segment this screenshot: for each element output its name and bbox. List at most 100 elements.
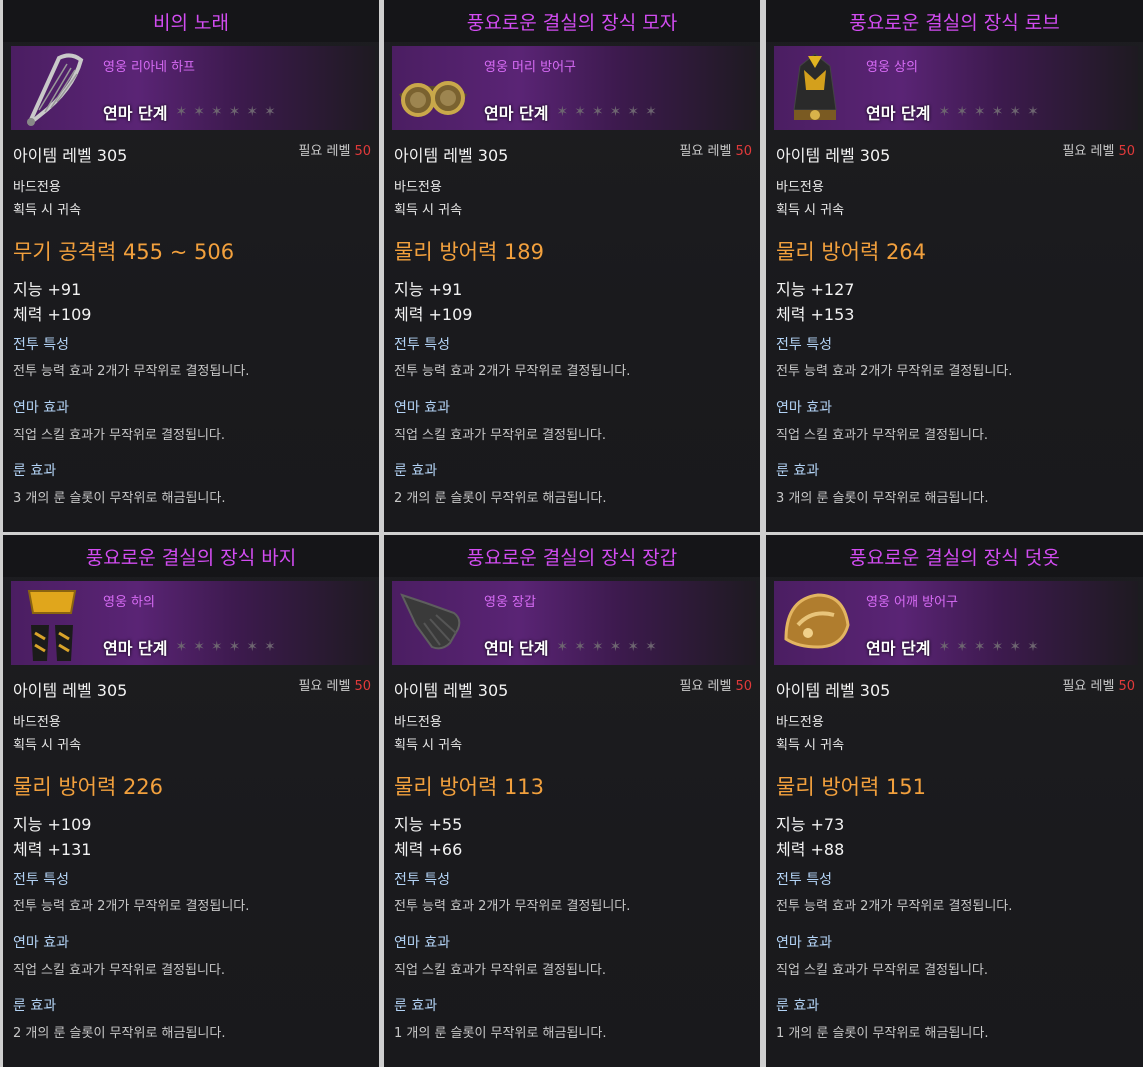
bind-status: 획득 시 귀속	[776, 738, 845, 753]
refine-stage-label: 연마 단계	[484, 639, 549, 658]
harp-icon	[15, 50, 89, 128]
item-name: 풍요로운 결실의 장식 바지	[3, 535, 379, 577]
item-type: 영웅 상의	[866, 60, 918, 75]
star-icon: ✶	[591, 104, 604, 120]
stage-stars: ✶ ✶ ✶ ✶ ✶ ✶	[938, 640, 1038, 654]
rune-effect-header: 룬 효과	[776, 998, 820, 1014]
stage-stars: ✶ ✶ ✶ ✶ ✶ ✶	[938, 105, 1038, 119]
item-type: 영웅 어깨 방어구	[866, 595, 958, 610]
main-stat: 물리 방어력 113	[394, 775, 545, 799]
pants-icon	[15, 585, 89, 663]
glove-icon	[396, 585, 470, 663]
refine-stage-row: 연마 단계 ✶ ✶ ✶ ✶ ✶ ✶	[866, 100, 1039, 124]
battle-trait-desc: 전투 능력 효과 2개가 무작위로 결정됩니다.	[394, 899, 631, 914]
rune-effect-header: 룬 효과	[13, 998, 57, 1014]
refine-stage-row: 연마 단계 ✶ ✶ ✶ ✶ ✶ ✶	[866, 635, 1039, 659]
battle-trait-desc: 전투 능력 효과 2개가 무작위로 결정됩니다.	[776, 899, 1013, 914]
refine-effect-desc: 직업 스킬 효과가 무작위로 결정됩니다.	[13, 963, 226, 978]
refine-effect-desc: 직업 스킬 효과가 무작위로 결정됩니다.	[394, 428, 607, 443]
stat-intelligence: 지능 +91	[13, 280, 82, 299]
refine-effect-header: 연마 효과	[394, 935, 450, 951]
stat-intelligence: 지능 +91	[394, 280, 463, 299]
star-icon: ✶	[956, 104, 968, 120]
refine-effect-desc: 직업 스킬 효과가 무작위로 결정됩니다.	[776, 428, 989, 443]
star-icon: ✶	[193, 639, 205, 655]
required-level-label: 필요 레벨	[1062, 144, 1115, 159]
rune-effect-desc: 1 개의 룬 슬롯이 무작위로 해금됩니다.	[776, 1026, 989, 1041]
refine-stage-label: 연마 단계	[103, 104, 168, 123]
star-icon: ✶	[609, 639, 622, 655]
item-level: 아이템 레벨 305	[394, 681, 509, 700]
star-icon: ✶	[645, 104, 657, 120]
star-icon: ✶	[973, 639, 986, 655]
star-icon: ✶	[973, 104, 986, 120]
required-level: 필요 레벨 50	[679, 675, 752, 694]
item-banner: 영웅 하의 연마 단계 ✶ ✶ ✶ ✶ ✶ ✶	[11, 581, 375, 665]
required-level-label: 필요 레벨	[1062, 679, 1115, 694]
refine-effect-desc: 직업 스킬 효과가 무작위로 결정됩니다.	[13, 428, 226, 443]
star-icon: ✶	[991, 104, 1004, 120]
star-icon: ✶	[1009, 104, 1022, 120]
main-stat: 물리 방어력 151	[776, 775, 927, 799]
required-level-label: 필요 레벨	[679, 144, 732, 159]
item-name: 풍요로운 결실의 장식 모자	[384, 0, 760, 42]
required-level-value: 50	[1118, 679, 1135, 694]
battle-trait-desc: 전투 능력 효과 2개가 무작위로 결정됩니다.	[13, 364, 250, 379]
main-stat: 무기 공격력 455 ~ 506	[13, 240, 235, 264]
refine-stage-label: 연마 단계	[103, 639, 168, 658]
star-icon: ✶	[938, 104, 951, 120]
refine-stage-label: 연마 단계	[484, 104, 549, 123]
star-icon: ✶	[591, 639, 604, 655]
required-level: 필요 레벨 50	[1062, 675, 1135, 694]
rune-effect-desc: 3 개의 룬 슬롯이 무작위로 해금됩니다.	[13, 491, 226, 506]
rune-effect-desc: 2 개의 룬 슬롯이 무작위로 해금됩니다.	[13, 1026, 226, 1041]
item-tooltip-1: 비의 노래 영웅 리아네 하프 연마 단계 ✶ ✶ ✶ ✶ ✶ ✶ 아이템 레벨…	[3, 0, 379, 532]
star-icon: ✶	[210, 104, 223, 120]
star-icon: ✶	[228, 639, 241, 655]
star-icon: ✶	[574, 104, 586, 120]
star-icon: ✶	[228, 104, 241, 120]
stage-stars: ✶ ✶ ✶ ✶ ✶ ✶	[556, 640, 656, 654]
main-stat: 물리 방어력 189	[394, 240, 545, 264]
star-icon: ✶	[627, 639, 640, 655]
stat-vitality: 체력 +66	[394, 840, 463, 859]
stat-intelligence: 지능 +55	[394, 815, 463, 834]
star-icon: ✶	[210, 639, 223, 655]
refine-stage-label: 연마 단계	[866, 104, 931, 123]
required-level-label: 필요 레벨	[298, 144, 351, 159]
battle-trait-header: 전투 특성	[776, 337, 832, 353]
stat-vitality: 체력 +153	[776, 305, 855, 324]
class-restriction: 바드전용	[776, 715, 824, 730]
required-level: 필요 레벨 50	[298, 675, 371, 694]
stat-vitality: 체력 +131	[13, 840, 92, 859]
robe-icon	[778, 50, 852, 128]
required-level-label: 필요 레벨	[298, 679, 351, 694]
item-name: 풍요로운 결실의 장식 덧옷	[766, 535, 1143, 577]
item-type: 영웅 리아네 하프	[103, 60, 195, 75]
item-tooltip-4: 풍요로운 결실의 장식 바지 영웅 하의 연마 단계 ✶ ✶ ✶ ✶ ✶ ✶ 아…	[3, 535, 379, 1067]
refine-stage-row: 연마 단계 ✶ ✶ ✶ ✶ ✶ ✶	[484, 100, 657, 124]
star-icon: ✶	[627, 104, 640, 120]
rune-effect-desc: 1 개의 룬 슬롯이 무작위로 해금됩니다.	[394, 1026, 607, 1041]
star-icon: ✶	[938, 639, 951, 655]
required-level-value: 50	[354, 679, 371, 694]
star-icon: ✶	[175, 104, 188, 120]
refine-stage-row: 연마 단계 ✶ ✶ ✶ ✶ ✶ ✶	[103, 635, 276, 659]
star-icon: ✶	[991, 639, 1004, 655]
stat-intelligence: 지능 +127	[776, 280, 855, 299]
tooltip-grid: 비의 노래 영웅 리아네 하프 연마 단계 ✶ ✶ ✶ ✶ ✶ ✶ 아이템 레벨…	[0, 0, 1143, 1067]
star-icon: ✶	[609, 104, 622, 120]
item-level: 아이템 레벨 305	[776, 146, 891, 165]
battle-trait-desc: 전투 능력 효과 2개가 무작위로 결정됩니다.	[776, 364, 1013, 379]
item-tooltip-3: 풍요로운 결실의 장식 로브 영웅 상의 연마 단계 ✶ ✶ ✶ ✶ ✶ ✶ 아…	[766, 0, 1143, 532]
bind-status: 획득 시 귀속	[394, 203, 463, 218]
item-tooltip-5: 풍요로운 결실의 장식 장갑 영웅 장갑 연마 단계 ✶ ✶ ✶ ✶ ✶ ✶ 아…	[384, 535, 760, 1067]
required-level-value: 50	[735, 144, 752, 159]
rune-effect-header: 룬 효과	[394, 998, 438, 1014]
item-type: 영웅 머리 방어구	[484, 60, 576, 75]
refine-effect-header: 연마 효과	[776, 935, 832, 951]
star-icon: ✶	[956, 639, 968, 655]
battle-trait-header: 전투 특성	[776, 872, 832, 888]
rune-effect-desc: 3 개의 룬 슬롯이 무작위로 해금됩니다.	[776, 491, 989, 506]
item-banner: 영웅 상의 연마 단계 ✶ ✶ ✶ ✶ ✶ ✶	[774, 46, 1138, 130]
